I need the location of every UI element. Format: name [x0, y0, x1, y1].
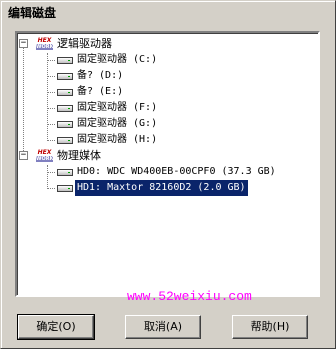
hard-drive-icon: [57, 121, 73, 128]
tree-item-label-selected[interactable]: HD1: Maxtor 82160D2 (2.0 GB): [74, 179, 249, 197]
disk-tree-view[interactable]: − HEX WORKS 逻辑驱动器 固定驱动器 (C:) 备? (D:) 备? …: [15, 31, 320, 297]
collapse-toggle[interactable]: −: [19, 39, 28, 48]
collapse-toggle[interactable]: −: [19, 151, 28, 160]
tree-item-label[interactable]: HD0: WDC WD400EB-00CPF0 (37.3 GB): [75, 164, 278, 180]
tree-item-drive-g[interactable]: 固定驱动器 (G:): [17, 116, 317, 132]
hex-icon-text: HEX: [37, 149, 52, 156]
tree-node-label[interactable]: 逻辑驱动器: [55, 36, 114, 52]
tree-item-drive-e[interactable]: 备? (E:): [17, 84, 317, 100]
ok-button[interactable]: 确定(O): [17, 314, 95, 340]
help-button[interactable]: 帮助(H): [232, 315, 308, 339]
hex-icon-text: HEX: [37, 37, 52, 44]
tree-item-label[interactable]: 固定驱动器 (G:): [75, 116, 159, 132]
tree-node-physical-media[interactable]: − HEX WORKS 物理媒体: [17, 148, 317, 164]
hard-drive-icon: [57, 169, 73, 176]
tree-item-label[interactable]: 固定驱动器 (H:): [75, 132, 159, 148]
edit-disk-dialog: 编辑磁盘 − HEX WORKS 逻辑驱动器 固定驱动器 (C:) 备? (D:…: [0, 0, 336, 349]
tree-node-logical-drives[interactable]: − HEX WORKS 逻辑驱动器: [17, 36, 317, 52]
tree-item-hd1[interactable]: HD1: Maxtor 82160D2 (2.0 GB): [17, 179, 317, 197]
hex-group-icon: HEX WORKS: [36, 37, 58, 51]
watermark-text: www.52weixiu.com: [127, 289, 252, 304]
hex-icon-subtext: WORKS: [36, 156, 58, 162]
hard-drive-icon: [57, 57, 73, 64]
hard-drive-icon: [57, 89, 73, 96]
tree-item-label[interactable]: 固定驱动器 (F:): [75, 100, 159, 116]
hex-icon-subtext: WORKS: [36, 44, 58, 50]
tree-item-drive-f[interactable]: 固定驱动器 (F:): [17, 100, 317, 116]
dialog-title: 编辑磁盘: [4, 4, 332, 22]
tree-node-label[interactable]: 物理媒体: [55, 148, 103, 164]
tree-item-hd0[interactable]: HD0: WDC WD400EB-00CPF0 (37.3 GB): [17, 164, 317, 180]
tree-item-label[interactable]: 备? (E:): [75, 84, 125, 100]
hard-drive-icon: [57, 137, 73, 144]
hex-group-icon: HEX WORKS: [36, 149, 58, 163]
hard-drive-icon: [57, 105, 73, 112]
tree-item-label[interactable]: 固定驱动器 (C:): [75, 52, 159, 68]
tree-item-drive-d[interactable]: 备? (D:): [17, 68, 317, 84]
hard-drive-icon: [57, 185, 73, 192]
tree-item-label[interactable]: 备? (D:): [75, 68, 125, 84]
hard-drive-icon: [57, 73, 73, 80]
tree-item-drive-h[interactable]: 固定驱动器 (H:): [17, 132, 317, 148]
cancel-button[interactable]: 取消(A): [125, 315, 201, 339]
tree-item-drive-c[interactable]: 固定驱动器 (C:): [17, 52, 317, 68]
